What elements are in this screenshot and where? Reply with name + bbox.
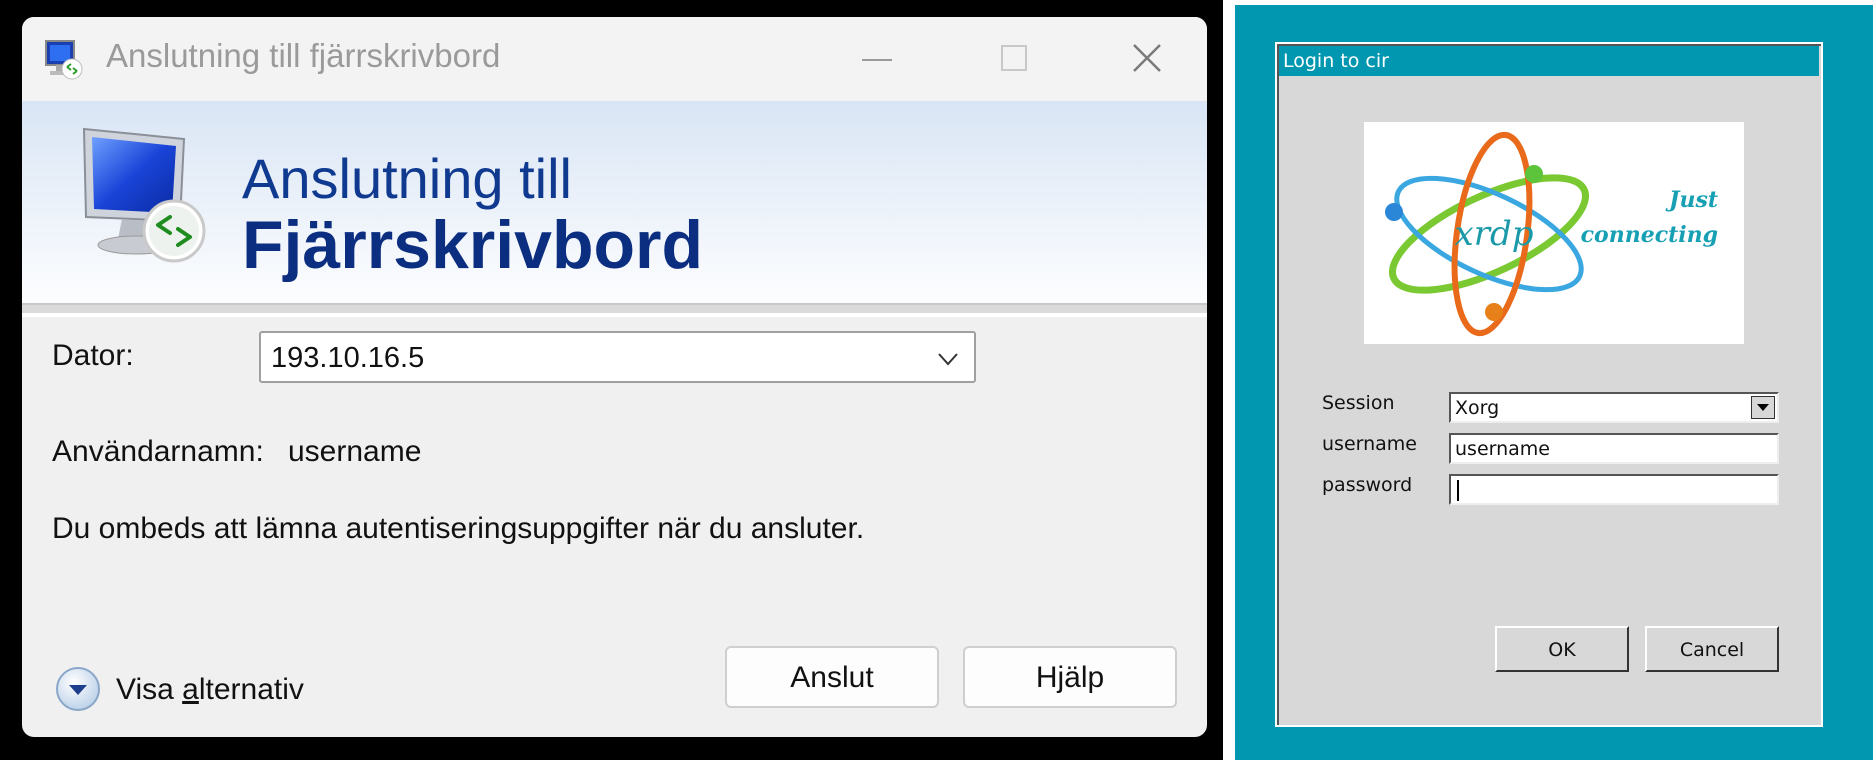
username-input[interactable]: username xyxy=(1449,433,1779,464)
chevron-down-icon[interactable] xyxy=(934,345,962,373)
dator-combobox[interactable]: 193.10.16.5 xyxy=(259,331,976,383)
username-value: username xyxy=(1455,438,1550,460)
rdp-app-icon xyxy=(45,40,83,80)
dropdown-arrow-icon[interactable] xyxy=(1751,396,1775,419)
logo-brand-text: xrdp xyxy=(1455,214,1534,254)
maximize-button[interactable] xyxy=(989,37,1039,81)
xrdp-title: Login to cir xyxy=(1283,50,1389,72)
options-label-part: lternativ xyxy=(198,673,304,706)
minimize-icon xyxy=(862,59,892,61)
banner-separator xyxy=(22,303,1207,313)
session-select[interactable]: Xorg xyxy=(1449,392,1779,423)
left-screenshot-frame: Anslutning till fjärrskrivbord Anslutnin… xyxy=(0,0,1223,760)
rdp-titlebar[interactable]: Anslutning till fjärrskrivbord xyxy=(22,17,1207,101)
password-input[interactable] xyxy=(1449,474,1779,505)
options-label-accelerator: a xyxy=(182,673,199,706)
ok-button[interactable]: OK xyxy=(1495,626,1629,672)
username-value: username xyxy=(288,435,422,468)
rdp-dialog: Anslutning till fjärrskrivbord Anslutnin… xyxy=(22,17,1207,737)
logo-tagline-1: Just xyxy=(1665,187,1718,213)
rdp-banner: Anslutning till Fjärrskrivbord xyxy=(22,101,1207,317)
session-label: Session xyxy=(1322,392,1395,414)
logo-tagline-2: connecting xyxy=(1581,222,1718,248)
window-title: Anslutning till fjärrskrivbord xyxy=(106,37,501,74)
banner-title-line2: Fjärrskrivbord xyxy=(242,207,704,283)
xrdp-login-dialog: Login to cir xrdp Just connecting Sessio… xyxy=(1275,42,1823,727)
credentials-info-text: Du ombeds att lämna autentiseringsuppgif… xyxy=(52,512,865,545)
help-button[interactable]: Hjälp xyxy=(963,646,1177,708)
close-icon xyxy=(1133,44,1161,72)
maximize-icon xyxy=(1001,45,1027,71)
session-value: Xorg xyxy=(1455,397,1500,419)
show-options-label: Visa alternativ xyxy=(116,673,304,707)
cancel-button[interactable]: Cancel xyxy=(1645,626,1779,672)
right-screenshot-frame: Login to cir xrdp Just connecting Sessio… xyxy=(1235,5,1873,760)
banner-title-line1: Anslutning till xyxy=(242,147,572,210)
minimize-button[interactable] xyxy=(852,37,902,81)
username-label: Användarnamn: xyxy=(52,435,264,468)
close-button[interactable] xyxy=(1122,37,1172,81)
password-label: password xyxy=(1322,474,1413,496)
username-label: username xyxy=(1322,433,1417,455)
text-caret xyxy=(1457,480,1459,501)
dator-value: 193.10.16.5 xyxy=(271,342,425,374)
xrdp-atom-logo: xrdp Just connecting xyxy=(1385,131,1718,337)
connect-button[interactable]: Anslut xyxy=(725,646,939,708)
xrdp-logo: xrdp Just connecting xyxy=(1364,122,1744,344)
dator-label: Dator: xyxy=(52,339,134,372)
options-label-part: Visa xyxy=(116,673,183,706)
monitor-icon xyxy=(82,127,206,263)
xrdp-titlebar[interactable]: Login to cir xyxy=(1279,46,1819,76)
expand-options-icon xyxy=(56,667,100,711)
